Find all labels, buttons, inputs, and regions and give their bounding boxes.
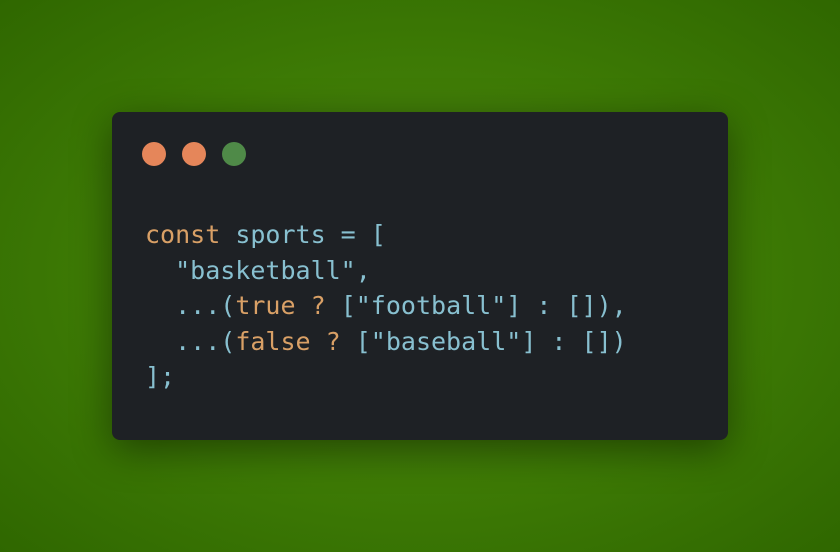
- token: ...(: [145, 291, 236, 320]
- token: ...(: [145, 326, 236, 356]
- code-block: const sports = [ "basketball", ...(true …: [145, 217, 627, 395]
- token: ["baseball"] : []): [340, 326, 627, 356]
- code-line-3: ...(true ? ["football"] : []),: [145, 288, 627, 324]
- minimize-dot-icon[interactable]: [182, 142, 206, 166]
- token: ?: [310, 291, 326, 320]
- token: ];: [145, 362, 176, 391]
- token: ["football"] : []),: [325, 291, 627, 320]
- code-window: const sports = [ "basketball", ...(true …: [112, 112, 728, 440]
- code-line-4: ...(false ? ["baseball"] : []): [145, 324, 627, 360]
- token: ?: [325, 326, 341, 356]
- window-controls: [142, 142, 246, 166]
- close-dot-icon[interactable]: [142, 142, 166, 166]
- token: true: [235, 291, 296, 320]
- token: false: [235, 326, 311, 356]
- token: const: [145, 220, 221, 249]
- token: "basketball",: [145, 255, 371, 285]
- token: sports = [: [220, 220, 386, 249]
- maximize-dot-icon[interactable]: [222, 142, 246, 166]
- code-line-1: const sports = [: [145, 217, 627, 253]
- code-line-2: "basketball",: [145, 253, 627, 289]
- code-line-5: ];: [145, 359, 627, 395]
